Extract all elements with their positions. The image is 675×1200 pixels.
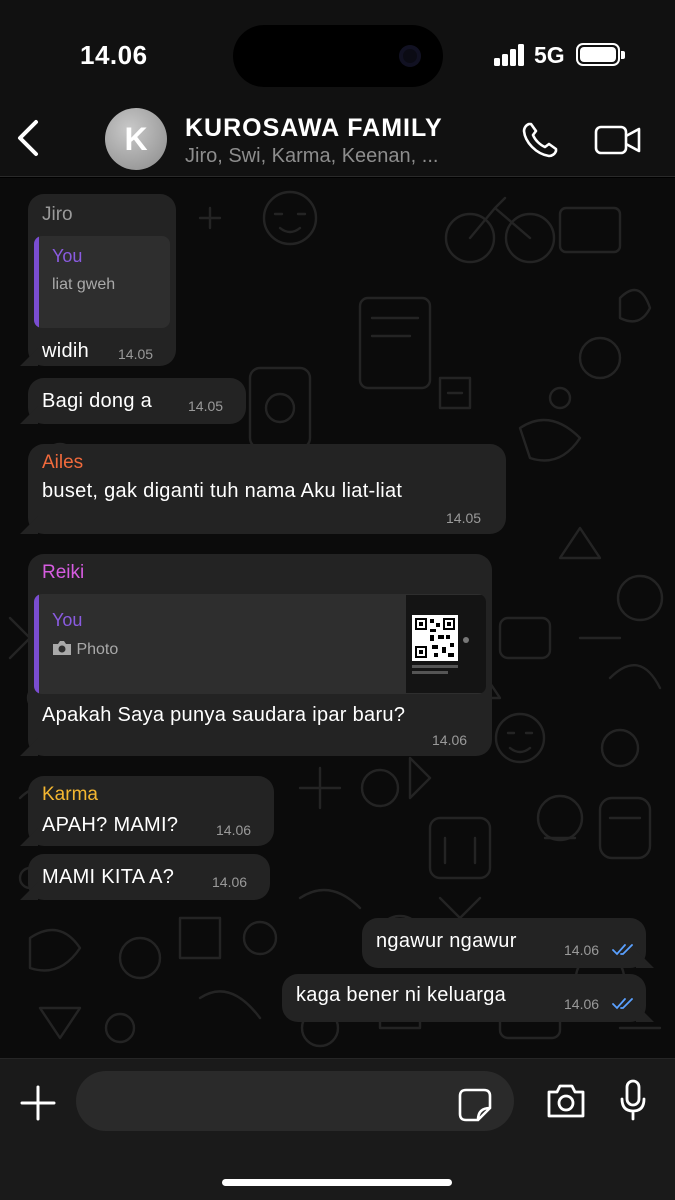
group-members[interactable]: Jiro, Swi, Karma, Keenan, ... <box>185 145 438 168</box>
quoted-message[interactable]: You Photo <box>34 594 486 694</box>
message-time: 14.05 <box>188 398 224 414</box>
signal-icon <box>494 44 526 66</box>
quote-text: Photo <box>76 641 119 658</box>
camera-small-icon <box>53 641 71 655</box>
read-receipt-icon <box>612 944 633 956</box>
outgoing-message-bubble[interactable]: ngawur ngawur 14.06 <box>362 918 646 968</box>
status-time: 14.06 <box>80 40 148 70</box>
message-text: kaga bener ni keluarga <box>296 984 507 1006</box>
message-bubble[interactable]: Jiro You liat gweh widih 14.05 <box>28 194 176 366</box>
outgoing-message-bubble[interactable]: kaga bener ni keluarga 14.06 <box>282 974 646 1022</box>
message-text: APAH? MAMI? <box>42 814 179 836</box>
quoted-message[interactable]: You liat gweh <box>34 236 170 328</box>
avatar-letter: K <box>124 120 148 157</box>
message-text: Apakah Saya punya saudara ipar baru? <box>42 704 406 726</box>
dynamic-island <box>233 25 443 87</box>
chat-header: K KUROSAWA FAMILY Jiro, Swi, Karma, Keen… <box>0 100 675 177</box>
quote-author: You <box>52 246 83 266</box>
battery-icon <box>576 43 625 66</box>
message-text: buset, gak diganti tuh nama Aku liat-lia… <box>42 480 403 502</box>
network-type: 5G <box>534 42 565 68</box>
quoted-photo-thumbnail[interactable] <box>406 595 486 693</box>
quote-author: You <box>52 610 83 630</box>
message-input[interactable] <box>76 1071 514 1131</box>
camera-icon[interactable] <box>546 1083 586 1119</box>
microphone-icon[interactable] <box>620 1079 646 1121</box>
message-text: MAMI KITA A? <box>42 866 175 888</box>
sender-name: Karma <box>42 784 98 805</box>
video-call-icon[interactable] <box>594 124 642 156</box>
message-time: 14.06 <box>216 822 252 838</box>
message-text: ngawur ngawur <box>376 930 517 952</box>
plus-icon[interactable] <box>20 1085 56 1121</box>
quote-accent-bar <box>34 236 39 328</box>
message-time: 14.06 <box>564 996 600 1012</box>
message-bubble[interactable]: Bagi dong a 14.05 <box>28 378 246 424</box>
sticker-icon[interactable] <box>458 1088 492 1122</box>
message-bubble[interactable]: Karma APAH? MAMI? 14.06 <box>28 776 274 846</box>
sender-name: Ailes <box>42 452 84 473</box>
message-bubble[interactable]: Ailes buset, gak diganti tuh nama Aku li… <box>28 444 506 534</box>
group-avatar[interactable]: K <box>105 108 167 170</box>
message-text: widih <box>42 340 90 362</box>
message-bubble[interactable]: Reiki You Photo Apakah Saya punya saudar… <box>28 554 492 756</box>
quote-photo-label: Photo <box>52 640 118 659</box>
chat-area[interactable]: Jiro You liat gweh widih 14.05 Bagi dong… <box>0 178 675 1058</box>
sender-name: Jiro <box>42 204 73 225</box>
quote-accent-bar <box>34 594 39 694</box>
message-time: 14.06 <box>432 732 468 748</box>
message-bubble[interactable]: MAMI KITA A? 14.06 <box>28 854 270 900</box>
sender-name: Reiki <box>42 562 85 583</box>
message-time: 14.05 <box>118 346 154 362</box>
message-time: 14.06 <box>564 942 600 958</box>
message-text: Bagi dong a <box>42 390 153 412</box>
phone-call-icon[interactable] <box>520 120 560 160</box>
message-time: 14.05 <box>446 510 482 526</box>
status-bar: 14.06 5G <box>0 0 675 100</box>
back-chevron-icon[interactable] <box>14 118 44 158</box>
home-indicator <box>222 1179 452 1186</box>
group-title[interactable]: KUROSAWA FAMILY <box>185 114 443 143</box>
message-time: 14.06 <box>212 874 248 890</box>
quote-text: liat gweh <box>52 276 116 293</box>
message-input-bar <box>0 1058 675 1200</box>
read-receipt-icon <box>612 998 633 1010</box>
